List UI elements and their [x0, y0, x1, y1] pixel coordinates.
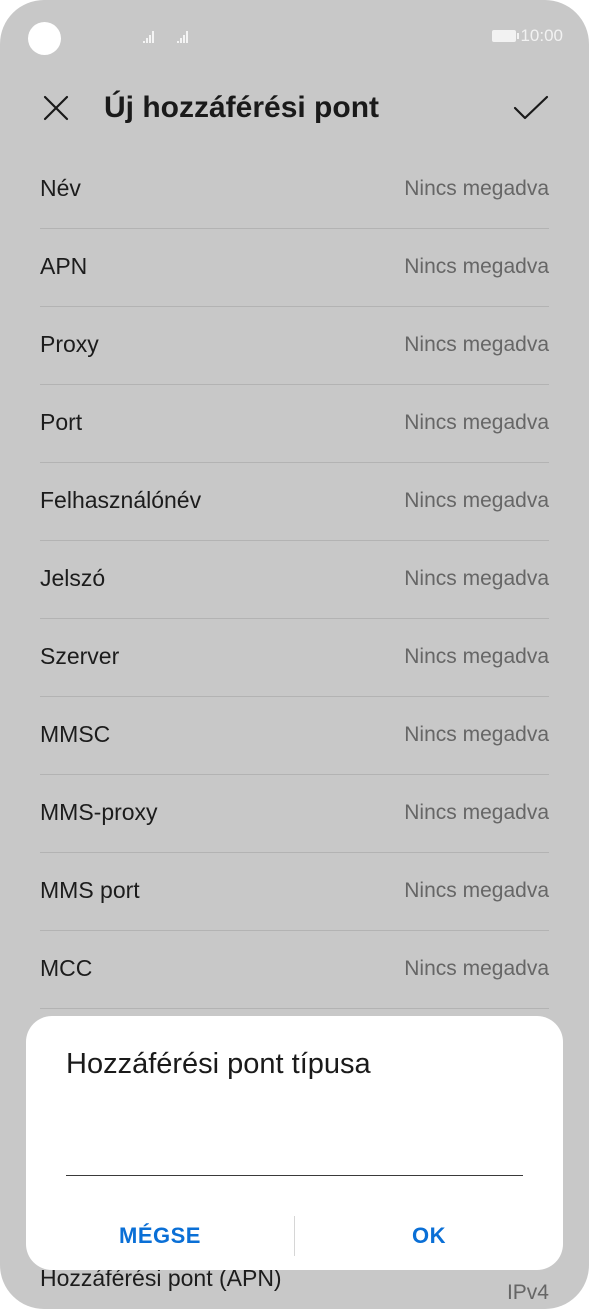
settings-list: Név Nincs megadva APN Nincs megadva Prox… — [40, 151, 549, 1009]
setting-row-mcc[interactable]: MCC Nincs megadva — [40, 931, 549, 1009]
setting-label: MCC — [40, 955, 93, 981]
setting-value: Nincs megadva — [404, 410, 549, 434]
setting-row-name[interactable]: Név Nincs megadva — [40, 151, 549, 229]
setting-row-mms-port[interactable]: MMS port Nincs megadva — [40, 853, 549, 931]
close-button[interactable] — [38, 90, 74, 126]
setting-value: IPv4 — [506, 1281, 549, 1304]
page-title: Új hozzáférési pont — [104, 91, 380, 124]
setting-row-mms-proxy[interactable]: MMS-proxy Nincs megadva — [40, 775, 549, 853]
setting-value: Nincs megadva — [404, 176, 549, 200]
apn-type-input[interactable] — [66, 1128, 523, 1176]
setting-row-password[interactable]: Jelszó Nincs megadva — [40, 541, 549, 619]
setting-row-apn-protocol[interactable]: Hozzáférési pont (APN) IPv4 — [40, 1265, 549, 1309]
setting-row-mmsc[interactable]: MMSC Nincs megadva — [40, 697, 549, 775]
setting-value: Nincs megadva — [404, 254, 549, 278]
setting-label: MMS port — [40, 877, 140, 903]
apn-type-dialog: Hozzáférési pont típusa MÉGSE OK — [26, 1016, 563, 1270]
setting-value: Nincs megadva — [404, 956, 549, 980]
status-right: 10:00 — [492, 26, 563, 46]
signal-icon — [143, 31, 154, 43]
phone-screen: 10:00 Új hozzáférési pont Név Nincs mega… — [0, 0, 589, 1309]
signal-icon — [177, 31, 188, 43]
setting-label: MMS-proxy — [40, 799, 158, 825]
status-bar: 10:00 — [0, 0, 589, 72]
cancel-button[interactable]: MÉGSE — [26, 1223, 294, 1249]
setting-label: MMSC — [40, 721, 111, 747]
front-camera — [28, 22, 61, 55]
setting-label: Proxy — [40, 331, 99, 357]
setting-row-server[interactable]: Szerver Nincs megadva — [40, 619, 549, 697]
setting-value: Nincs megadva — [404, 722, 549, 746]
setting-label: Név — [40, 175, 81, 201]
setting-value: Nincs megadva — [404, 566, 549, 590]
setting-row-proxy[interactable]: Proxy Nincs megadva — [40, 307, 549, 385]
checkmark-icon — [513, 95, 549, 120]
setting-row-apn[interactable]: APN Nincs megadva — [40, 229, 549, 307]
close-icon — [43, 95, 69, 121]
setting-value: Nincs megadva — [404, 644, 549, 668]
battery-icon — [492, 30, 520, 42]
ok-button[interactable]: OK — [295, 1223, 563, 1249]
setting-label: Port — [40, 409, 83, 435]
status-time: 10:00 — [520, 26, 563, 45]
dialog-actions: MÉGSE OK — [26, 1214, 563, 1258]
setting-label: Jelszó — [40, 565, 106, 591]
setting-label: Felhasználónév — [40, 487, 202, 513]
setting-value: Nincs megadva — [404, 878, 549, 902]
confirm-button[interactable] — [511, 88, 551, 128]
setting-value: Nincs megadva — [404, 332, 549, 356]
setting-value: Nincs megadva — [404, 488, 549, 512]
setting-label: APN — [40, 253, 88, 279]
setting-value: Nincs megadva — [404, 800, 549, 824]
dialog-title: Hozzáférési pont típusa — [66, 1048, 371, 1080]
setting-row-username[interactable]: Felhasználónév Nincs megadva — [40, 463, 549, 541]
setting-row-port[interactable]: Port Nincs megadva — [40, 385, 549, 463]
app-bar: Új hozzáférési pont — [0, 72, 589, 144]
setting-label: Szerver — [40, 643, 120, 669]
